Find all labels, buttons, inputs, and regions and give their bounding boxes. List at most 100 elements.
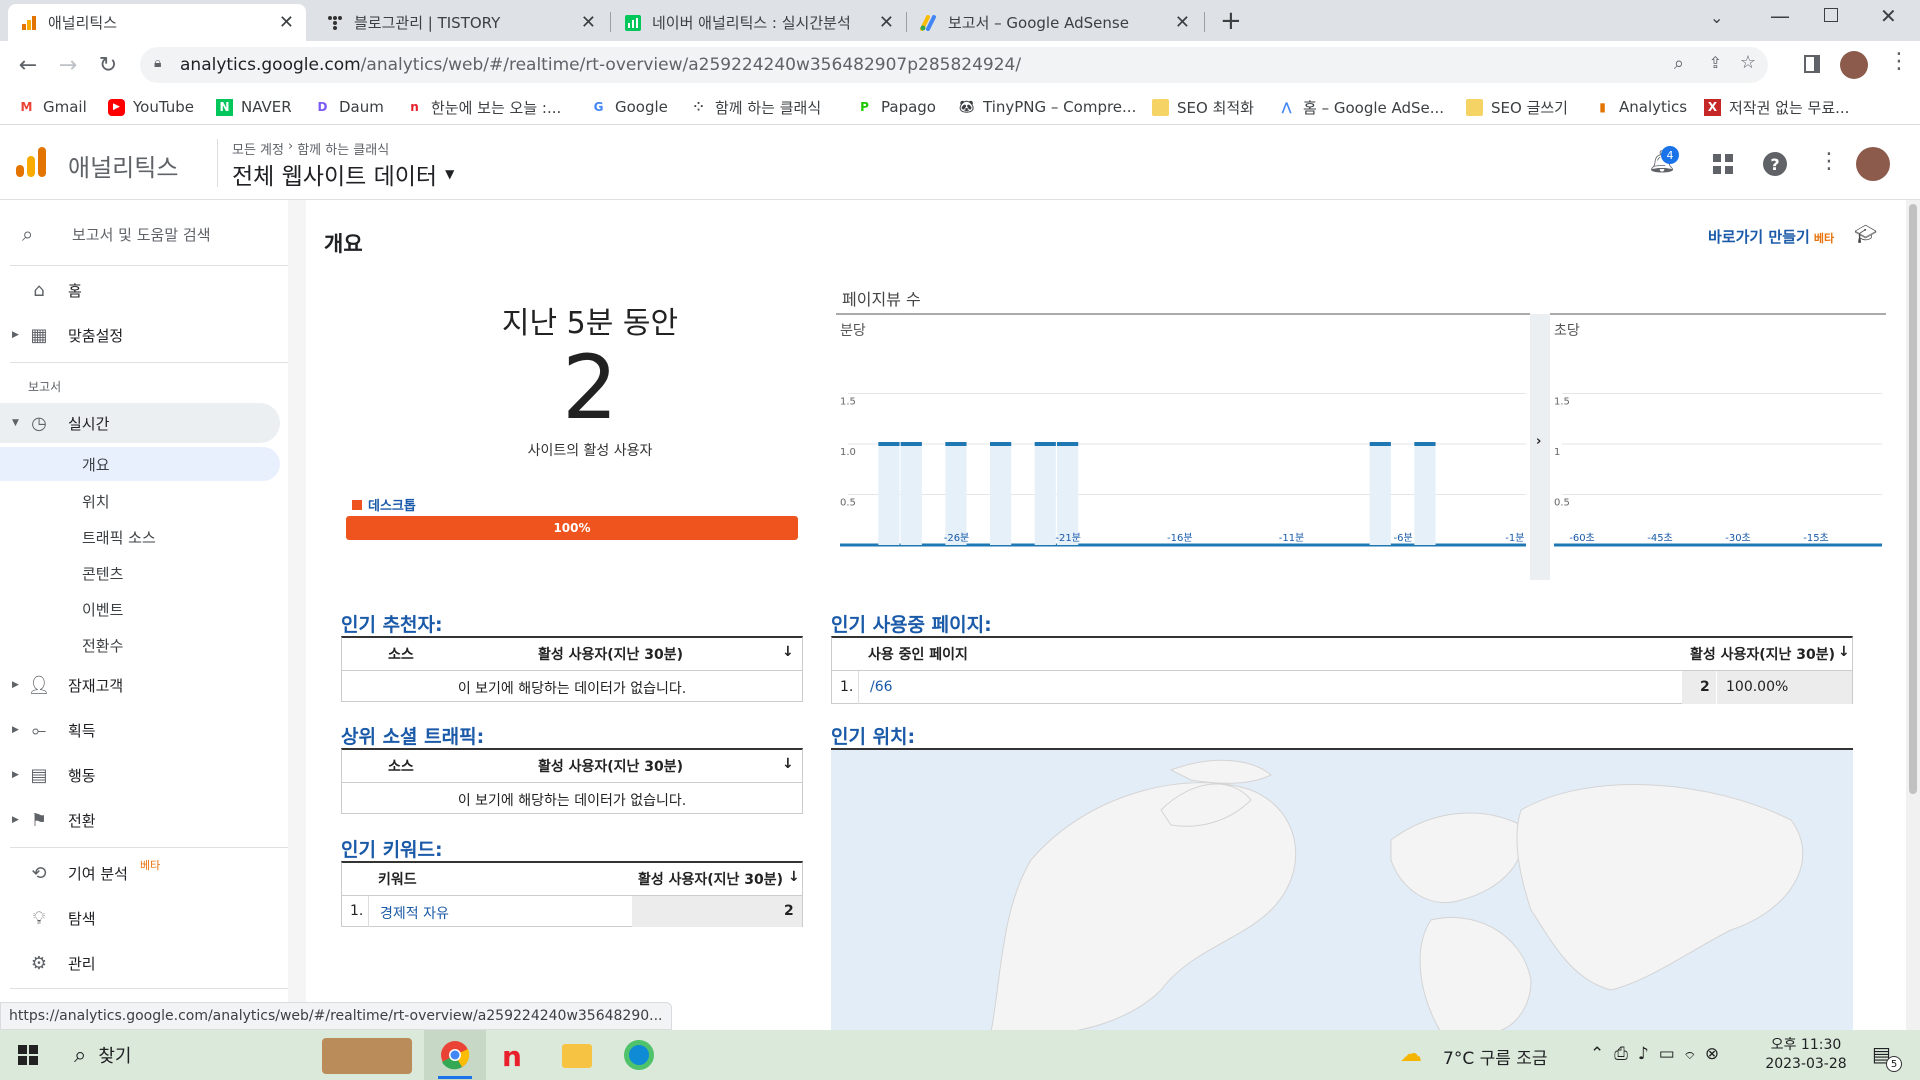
sidebar-item-acquisition[interactable]: ▶ ⟜ 획득 bbox=[0, 710, 280, 750]
sidebar-item-home[interactable]: ⌂ 홈 bbox=[0, 270, 280, 310]
sidebar-item-admin[interactable]: ⚙ 관리 bbox=[0, 943, 280, 983]
apps-grid-icon[interactable] bbox=[1713, 154, 1733, 178]
sidebar-sub-traffic-sources[interactable]: 트래픽 소스 bbox=[0, 520, 280, 554]
chart-toggle[interactable]: › bbox=[1530, 314, 1550, 580]
page-link[interactable]: /66 bbox=[870, 679, 893, 695]
share-icon[interactable]: ⇪ bbox=[1709, 53, 1722, 72]
profile-avatar[interactable] bbox=[1840, 51, 1868, 79]
forward-button[interactable]: → bbox=[52, 49, 84, 81]
bookmark-analytics[interactable]: ▮ Analytics bbox=[1594, 95, 1687, 119]
page-scrollbar[interactable] bbox=[1906, 200, 1920, 1030]
graduation-cap-icon[interactable]: 🎓︎ bbox=[1854, 224, 1877, 245]
windows-start-icon[interactable] bbox=[18, 1045, 38, 1069]
more-menu-icon[interactable]: ⋮ bbox=[1818, 149, 1840, 174]
x-tick-label: -16분 bbox=[1167, 532, 1193, 544]
sidebar-item-attribution[interactable]: ⟲ 기여 분석 베타 bbox=[0, 853, 280, 893]
caret-right-icon: ▶ bbox=[12, 330, 19, 340]
col-active-users[interactable]: 활성 사용자(지난 30분) bbox=[538, 644, 683, 664]
edge-icon[interactable] bbox=[624, 1040, 654, 1070]
reports-section-label: 보고서 bbox=[28, 380, 62, 394]
side-panel-icon[interactable] bbox=[1804, 55, 1820, 73]
window-close-button[interactable]: ✕ bbox=[1880, 4, 1897, 28]
tray-icons[interactable]: ⌃⎙♪▭⌔⊗ bbox=[1590, 1044, 1729, 1064]
sidebar-item-audience[interactable]: ▶ 👤︎ 잠재고객 bbox=[0, 665, 280, 705]
scrollbar-thumb[interactable] bbox=[1909, 204, 1917, 794]
sidebar-sub-locations[interactable]: 위치 bbox=[0, 484, 280, 518]
bookmark-classic[interactable]: ⁘ 함께 하는 클래식 bbox=[690, 95, 821, 119]
sidebar-sub-content[interactable]: 콘텐츠 bbox=[0, 556, 280, 590]
breadcrumb[interactable]: 모든 계정 › 함께 하는 클래식 bbox=[232, 139, 389, 158]
create-shortcut-link[interactable]: 바로가기 만들기 베타 bbox=[1708, 226, 1834, 247]
minimize-button[interactable]: — bbox=[1770, 4, 1790, 28]
chart-title: 분당 bbox=[840, 323, 866, 339]
reload-button[interactable]: ↻ bbox=[92, 49, 124, 81]
col-keyword[interactable]: 키워드 bbox=[378, 869, 417, 889]
zoom-icon[interactable]: ⌕ bbox=[1674, 53, 1684, 74]
tab-analytics[interactable]: 애널리틱스 ✕ bbox=[8, 4, 306, 41]
close-icon[interactable]: ✕ bbox=[581, 12, 596, 33]
chrome-menu-icon[interactable]: ⋮ bbox=[1888, 49, 1910, 74]
taskbar-chrome[interactable] bbox=[424, 1030, 486, 1080]
bookmark-naver[interactable]: N NAVER bbox=[216, 95, 292, 119]
sidebar-search-input[interactable]: 보고서 및 도움말 검색 bbox=[72, 224, 211, 245]
bookmark-adsense[interactable]: ⋀ 홈 – Google AdSe... bbox=[1278, 95, 1444, 119]
sort-desc-icon[interactable]: ↓ bbox=[1838, 644, 1850, 660]
today-app-icon[interactable]: n bbox=[502, 1040, 522, 1073]
bookmark-seo-writing[interactable]: SEO 글쓰기 bbox=[1466, 95, 1568, 119]
bookmark-today[interactable]: n 한눈에 보는 오늘 :... bbox=[406, 95, 561, 119]
close-icon[interactable]: ✕ bbox=[879, 12, 894, 33]
back-button[interactable]: ← bbox=[12, 49, 44, 81]
bookmark-seo[interactable]: SEO 최적화 bbox=[1152, 95, 1254, 119]
y-tick-label: 0.5 bbox=[1554, 498, 1570, 509]
sidebar-item-conversions[interactable]: ▶ ⚑ 전환 bbox=[0, 800, 280, 840]
sort-desc-icon[interactable]: ↓ bbox=[782, 644, 794, 660]
sidebar-item-discover[interactable]: 💡︎ 탐색 bbox=[0, 898, 280, 938]
tab-tistory[interactable]: 블로그관리 | TISTORY ✕ bbox=[314, 4, 608, 41]
sidebar-sub-overview[interactable]: 개요 bbox=[0, 447, 280, 481]
close-icon[interactable]: ✕ bbox=[1175, 12, 1190, 33]
bookmark-free-images[interactable]: X 저작권 없는 무료... bbox=[1704, 95, 1849, 119]
new-tab-button[interactable]: + bbox=[1220, 6, 1242, 36]
file-explorer-icon[interactable] bbox=[562, 1044, 592, 1068]
bookmark-star-icon[interactable]: ☆ bbox=[1740, 52, 1756, 73]
help-icon[interactable]: ? bbox=[1763, 152, 1787, 176]
clock-date[interactable]: 2023-03-28 bbox=[1760, 1056, 1852, 1072]
clock-time[interactable]: 오후 11:30 bbox=[1760, 1034, 1852, 1054]
tab-naver-analytics[interactable]: 네이버 애널리틱스 : 실시간분석 ✕ bbox=[612, 4, 906, 41]
account-avatar[interactable] bbox=[1856, 147, 1890, 181]
view-selector[interactable]: 전체 웹사이트 데이터 ▼ bbox=[232, 157, 454, 191]
sidebar-item-realtime[interactable]: ▼ ◷ 실시간 bbox=[0, 403, 280, 443]
pages-title: 인기 사용중 페이지: bbox=[831, 614, 992, 636]
col-active-users[interactable]: 활성 사용자(지난 30분) bbox=[638, 869, 783, 889]
sidebar-item-behavior[interactable]: ▶ ▤ 행동 bbox=[0, 755, 280, 795]
bookmark-tinypng[interactable]: 🐼︎ TinyPNG – Compre... bbox=[958, 95, 1136, 119]
maximize-button[interactable] bbox=[1824, 8, 1838, 22]
analytics-icon bbox=[20, 14, 38, 32]
bookmark-daum[interactable]: D Daum bbox=[314, 95, 384, 119]
col-active-users[interactable]: 활성 사용자(지난 30분) bbox=[1690, 644, 1835, 664]
referrers-title: 인기 추천자: bbox=[341, 614, 443, 636]
col-source[interactable]: 소스 bbox=[388, 756, 414, 776]
bookmark-papago[interactable]: P Papago bbox=[856, 95, 936, 119]
weather-text[interactable]: 7°C 구름 조금 bbox=[1443, 1044, 1548, 1069]
sidebar-item-custom[interactable]: ▶ ▦ 맞춤설정 bbox=[0, 315, 280, 355]
col-active-users[interactable]: 활성 사용자(지난 30분) bbox=[538, 756, 683, 776]
url-input[interactable]: 🔒︎ analytics.google.com/analytics/web/#/… bbox=[140, 47, 1768, 83]
col-page[interactable]: 사용 중인 페이지 bbox=[868, 644, 968, 664]
world-map[interactable] bbox=[831, 748, 1853, 1030]
tab-search-chevron-icon[interactable]: ⌄ bbox=[1710, 8, 1723, 27]
sidebar-sub-events[interactable]: 이벤트 bbox=[0, 592, 280, 626]
close-icon[interactable]: ✕ bbox=[279, 12, 294, 33]
y-tick-label: 0.5 bbox=[840, 498, 856, 509]
sort-desc-icon[interactable]: ↓ bbox=[788, 869, 800, 885]
tab-adsense[interactable]: 보고서 – Google AdSense ✕ bbox=[908, 4, 1202, 41]
sidebar-sub-conversions[interactable]: 전환수 bbox=[0, 628, 280, 662]
bookmark-gmail[interactable]: M Gmail bbox=[18, 95, 87, 119]
keyword-link[interactable]: 경제적 자유 bbox=[380, 903, 449, 923]
bookmark-youtube[interactable]: ▶ YouTube bbox=[108, 95, 194, 119]
bookmark-google[interactable]: G Google bbox=[590, 95, 668, 119]
windows-taskbar: ⌕ 찾기 n ☁︎ 7°C 구름 조금 ⌃⎙♪▭⌔⊗ 오후 11:30 2023… bbox=[0, 1030, 1920, 1080]
col-source[interactable]: 소스 bbox=[388, 644, 414, 664]
chart-bar bbox=[900, 444, 922, 545]
sort-desc-icon[interactable]: ↓ bbox=[782, 756, 794, 772]
